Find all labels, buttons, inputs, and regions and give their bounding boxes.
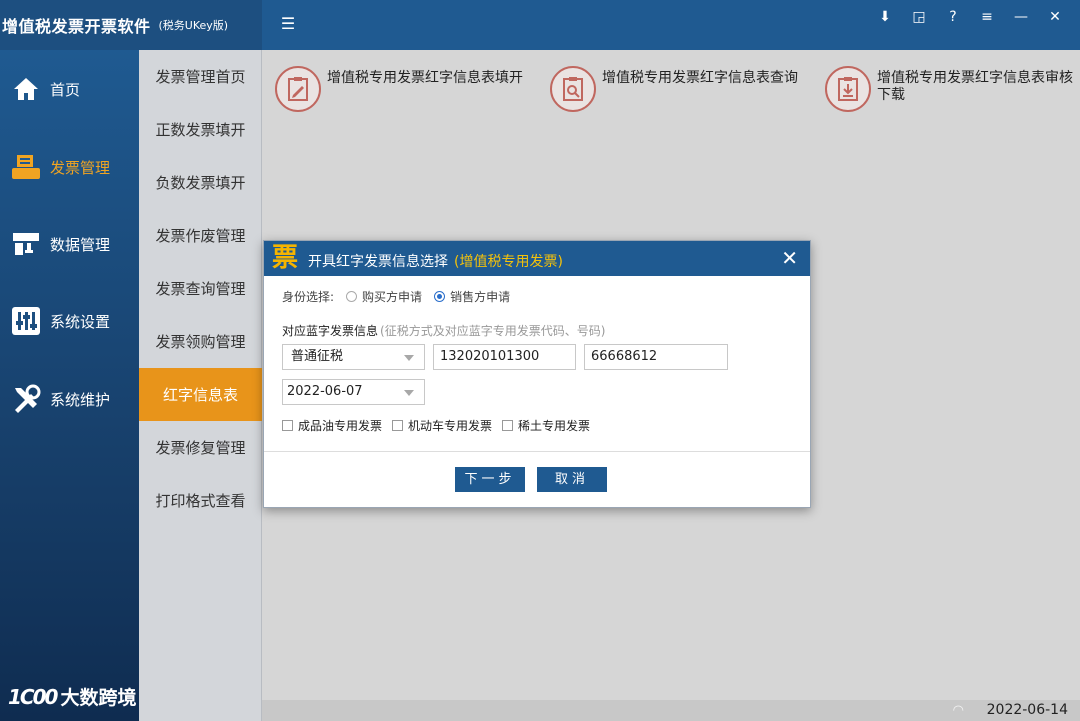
identity-row: 身份选择: 购买方申请 销售方申请 bbox=[282, 288, 510, 305]
subnav-item-red-info[interactable]: 红字信息表 bbox=[139, 368, 262, 421]
close-icon[interactable]: ✕ bbox=[1038, 0, 1072, 34]
menu-icon[interactable]: ≡ bbox=[970, 0, 1004, 34]
form-search-icon bbox=[550, 66, 596, 112]
blue-invoice-hint: (征税方式及对应蓝字专用发票代码、号码) bbox=[380, 324, 606, 338]
nav-item-label: 系统设置 bbox=[50, 312, 111, 331]
function-label: 增值税专用发票红字信息表查询 bbox=[602, 70, 798, 86]
identity-label: 身份选择: bbox=[282, 290, 335, 304]
dialog-divider bbox=[264, 451, 810, 452]
subnav-item[interactable]: 发票领购管理 bbox=[139, 315, 262, 368]
window-controls: ⬇ ◲ ? ≡ — ✕ bbox=[868, 0, 1072, 34]
function-red-form-fill[interactable]: 增值税专用发票红字信息表填开 bbox=[275, 66, 535, 112]
status-date: 2022-06-14 bbox=[986, 702, 1068, 718]
secondary-nav: 发票管理首页 正数发票填开 负数发票填开 发票作废管理 发票查询管理 发票领购管… bbox=[139, 50, 262, 721]
invoice-logo-icon: 票 bbox=[271, 243, 298, 273]
nav-item-home[interactable]: 首页 bbox=[0, 59, 139, 119]
checkbox-label: 成品油专用发票 bbox=[298, 419, 383, 433]
subnav-item[interactable]: 打印格式查看 bbox=[139, 474, 262, 527]
checkbox-rare-earth[interactable] bbox=[502, 420, 514, 431]
settings-sliders-icon bbox=[10, 305, 42, 337]
subnav-item[interactable]: 发票查询管理 bbox=[139, 262, 262, 315]
tools-icon bbox=[10, 383, 42, 415]
subnav-item[interactable]: 正数发票填开 bbox=[139, 103, 262, 156]
minimize-icon[interactable]: — bbox=[1004, 0, 1038, 34]
invoice-type-checkboxes: 成品油专用发票 机动车专用发票 稀土专用发票 bbox=[282, 417, 600, 434]
app-title: 增值税发票开票软件 bbox=[2, 17, 151, 36]
primary-nav: 首页 发票管理 数据管理 系统设置 系统维护 1C00 大数跨境 bbox=[0, 50, 139, 721]
cancel-button[interactable]: 取消 bbox=[537, 467, 607, 492]
invoice-code-input[interactable]: 132020101300 bbox=[433, 344, 576, 370]
download-icon[interactable]: ⬇ bbox=[868, 0, 902, 34]
subnav-item[interactable]: 负数发票填开 bbox=[139, 156, 262, 209]
date-value: 2022-06-07 bbox=[287, 384, 363, 399]
radio-buyer-label[interactable]: 购买方申请 bbox=[362, 288, 422, 305]
help-icon[interactable]: ? bbox=[936, 0, 970, 34]
dialog-header: 票 开具红字发票信息选择 (增值税专用发票) ✕ bbox=[264, 241, 810, 276]
brand-text: 大数跨境 bbox=[60, 687, 137, 709]
checkbox-label: 机动车专用发票 bbox=[408, 419, 493, 433]
form-download-icon bbox=[825, 66, 871, 112]
radio-buyer[interactable] bbox=[346, 291, 358, 302]
restore-icon[interactable]: ◲ bbox=[902, 0, 936, 34]
menu-toggle-icon[interactable]: ☰ bbox=[280, 14, 296, 34]
nav-item-label: 首页 bbox=[50, 80, 81, 99]
checkbox-motor-vehicle[interactable] bbox=[392, 420, 404, 431]
top-header: 增值税发票开票软件 (税务UKey版) ☰ ⬇ ◲ ? ≡ — ✕ bbox=[0, 0, 1080, 50]
brand-watermark: 1C00 大数跨境 bbox=[8, 683, 136, 710]
dialog-close-icon[interactable]: ✕ bbox=[781, 247, 798, 269]
network-icon: ◠ bbox=[952, 703, 964, 718]
subnav-item[interactable]: 发票作废管理 bbox=[139, 209, 262, 262]
red-invoice-select-dialog: 票 开具红字发票信息选择 (增值税专用发票) ✕ 身份选择: 购买方申请 销售方申… bbox=[263, 240, 811, 508]
radio-seller-label[interactable]: 销售方申请 bbox=[450, 288, 510, 305]
nav-item-data-management[interactable]: 数据管理 bbox=[0, 214, 139, 274]
blue-invoice-row: 对应蓝字发票信息 (征税方式及对应蓝字专用发票代码、号码) bbox=[282, 322, 605, 339]
next-button[interactable]: 下一步 bbox=[455, 467, 525, 492]
chevron-down-icon bbox=[404, 355, 414, 361]
nav-item-label: 发票管理 bbox=[50, 158, 111, 177]
nav-item-system-settings[interactable]: 系统设置 bbox=[0, 291, 139, 351]
home-icon bbox=[10, 73, 42, 105]
radio-seller[interactable] bbox=[434, 291, 446, 302]
status-bar: ◠ 2022-06-14 bbox=[262, 700, 1080, 721]
checkbox-label: 稀土专用发票 bbox=[518, 419, 591, 433]
nav-item-system-maintenance[interactable]: 系统维护 bbox=[0, 369, 139, 429]
tax-method-value: 普通征税 bbox=[291, 349, 344, 364]
checkbox-item[interactable]: 机动车专用发票 bbox=[392, 417, 492, 434]
checkbox-refined-oil[interactable] bbox=[282, 420, 293, 431]
brand-mark: 1C00 bbox=[8, 684, 58, 709]
checkbox-item[interactable]: 稀土专用发票 bbox=[502, 417, 590, 434]
date-select[interactable]: 2022-06-07 bbox=[282, 379, 425, 405]
nav-item-label: 系统维护 bbox=[50, 390, 111, 409]
data-icon bbox=[10, 228, 42, 260]
function-label: 增值税专用发票红字信息表填开 bbox=[327, 70, 523, 86]
tax-method-select[interactable]: 普通征税 bbox=[282, 344, 425, 370]
dialog-title-text: 开具红字发票信息选择 bbox=[308, 254, 448, 270]
app-subtitle: (税务UKey版) bbox=[158, 19, 229, 32]
invoice-printer-icon bbox=[10, 151, 42, 183]
dialog-title: 开具红字发票信息选择 (增值税专用发票) bbox=[308, 251, 563, 271]
function-red-form-review-download[interactable]: 增值税专用发票红字信息表审核下载 bbox=[825, 66, 1080, 112]
app-brand: 增值税发票开票软件 (税务UKey版) bbox=[0, 0, 262, 50]
subnav-item[interactable]: 发票管理首页 bbox=[139, 50, 262, 103]
form-edit-icon bbox=[275, 66, 321, 112]
invoice-number-input[interactable]: 66668612 bbox=[584, 344, 728, 370]
chevron-down-icon bbox=[404, 390, 414, 396]
dialog-title-highlight: (增值税专用发票) bbox=[454, 254, 563, 270]
nav-item-label: 数据管理 bbox=[50, 235, 111, 254]
blue-invoice-label: 对应蓝字发票信息 bbox=[282, 324, 379, 338]
function-red-form-query[interactable]: 增值税专用发票红字信息表查询 bbox=[550, 66, 810, 112]
checkbox-item[interactable]: 成品油专用发票 bbox=[282, 417, 382, 434]
function-label: 增值税专用发票红字信息表审核下载 bbox=[877, 70, 1073, 103]
nav-item-invoice-management[interactable]: 发票管理 bbox=[0, 137, 139, 197]
subnav-item[interactable]: 发票修复管理 bbox=[139, 421, 262, 474]
